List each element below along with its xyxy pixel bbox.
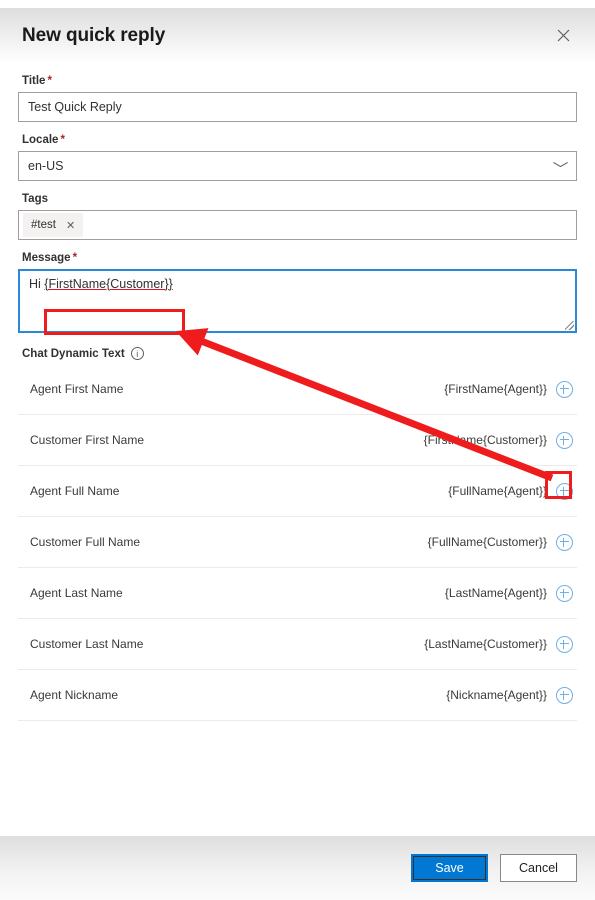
new-quick-reply-dialog: New quick reply Title * Test Quick Reply … [0, 0, 595, 900]
dynamic-text-token: {FirstName{Customer}} [423, 433, 547, 447]
tags-label: Tags [22, 193, 577, 205]
plus-circle-icon[interactable] [556, 686, 573, 704]
table-row[interactable]: Agent Last Name {LastName{Agent}} [18, 568, 577, 619]
dynamic-text-token: {FullName{Agent}} [448, 484, 547, 498]
title-label-text: Title [22, 75, 46, 87]
table-row[interactable]: Agent First Name {FirstName{Agent}} [18, 364, 577, 415]
title-required-marker: * [47, 75, 52, 87]
dynamic-text-row-right: {LastName{Customer}} [424, 635, 573, 653]
plus-circle-icon[interactable] [556, 584, 573, 602]
plus-circle-icon[interactable] [556, 533, 573, 551]
message-text-token: {FirstName{Customer}} [44, 277, 173, 291]
dynamic-text-row-right: {FirstName{Agent}} [444, 380, 573, 398]
tags-field-group: Tags #test ✕ [18, 193, 577, 240]
table-row[interactable]: Customer Last Name {LastName{Customer}} [18, 619, 577, 670]
dynamic-text-row-right: {FullName{Agent}} [448, 482, 573, 500]
dynamic-text-token: {FirstName{Agent}} [444, 382, 547, 396]
save-button-label: Save [435, 861, 464, 875]
tag-remove-icon[interactable]: ✕ [66, 219, 79, 232]
dynamic-text-token: {LastName{Agent}} [444, 586, 547, 600]
tag-chip-label: #test [31, 219, 56, 231]
title-input[interactable]: Test Quick Reply [18, 92, 577, 122]
cancel-button-label: Cancel [519, 861, 558, 875]
dialog-header: New quick reply [0, 8, 595, 63]
chevron-down-glyph [552, 162, 569, 168]
dynamic-text-token: {LastName{Customer}} [424, 637, 547, 651]
message-text-prefix: Hi [29, 277, 45, 291]
dialog-footer: Save Cancel [0, 836, 595, 900]
dynamic-text-row-right: {LastName{Agent}} [444, 584, 573, 602]
dynamic-text-name: Customer Last Name [30, 637, 144, 651]
locale-field-group: Locale * en-US [18, 134, 577, 181]
title-field-group: Title * Test Quick Reply [18, 75, 577, 122]
dynamic-text-row-right: {FirstName{Customer}} [423, 431, 573, 449]
top-white-strip [0, 0, 595, 8]
dynamic-text-name: Agent First Name [30, 382, 124, 396]
message-textarea[interactable]: Hi {FirstName{Customer}} [18, 269, 577, 333]
title-label: Title * [22, 75, 577, 87]
plus-circle-icon[interactable] [556, 482, 573, 500]
dynamic-text-name: Agent Nickname [30, 688, 119, 702]
dynamic-text-row-right: {Nickname{Agent}} [446, 686, 573, 704]
message-textarea-content: Hi {FirstName{Customer}} [29, 277, 173, 291]
dynamic-text-token: {Nickname{Agent}} [446, 688, 547, 702]
locale-select[interactable]: en-US [18, 151, 577, 181]
message-required-marker: * [72, 252, 78, 264]
chat-dynamic-text-heading: Chat Dynamic Text i [22, 347, 577, 360]
locale-label: Locale * [22, 134, 577, 146]
dynamic-text-name: Agent Full Name [30, 484, 120, 498]
dynamic-text-row-right: {FullName{Customer}} [427, 533, 573, 551]
title-input-value: Test Quick Reply [28, 100, 122, 114]
tag-chip[interactable]: #test ✕ [23, 213, 84, 237]
dynamic-text-name: Customer Full Name [30, 535, 141, 549]
plus-circle-icon[interactable] [556, 431, 573, 449]
plus-circle-icon[interactable] [556, 380, 573, 398]
dynamic-text-list: Agent First Name {FirstName{Agent}} Cust… [18, 364, 577, 721]
locale-select-value: en-US [28, 159, 64, 173]
chat-dynamic-text-label: Chat Dynamic Text [22, 347, 125, 360]
plus-circle-icon[interactable] [556, 635, 573, 653]
table-row[interactable]: Customer First Name {FirstName{Customer}… [18, 415, 577, 466]
message-label-text: Message [22, 252, 71, 264]
locale-label-text: Locale [22, 134, 59, 146]
message-field-group: Message * Hi {FirstName{Customer}} [18, 252, 577, 333]
tags-label-text: Tags [22, 193, 48, 205]
message-label: Message * [22, 252, 577, 264]
close-icon[interactable] [549, 22, 577, 50]
dynamic-text-token: {FullName{Customer}} [427, 535, 547, 549]
dialog-body: Title * Test Quick Reply Locale * en-US Ta… [0, 63, 595, 721]
tags-input[interactable]: #test ✕ [18, 210, 577, 240]
dynamic-text-name: Agent Last Name [30, 586, 123, 600]
save-button[interactable]: Save [411, 854, 488, 882]
chevron-down-icon [552, 162, 569, 171]
info-icon[interactable]: i [130, 347, 144, 360]
table-row[interactable]: Agent Full Name {FullName{Agent}} [18, 466, 577, 517]
table-row[interactable]: Customer Full Name {FullName{Customer}} [18, 517, 577, 568]
table-row[interactable]: Agent Nickname {Nickname{Agent}} [18, 670, 577, 721]
locale-required-marker: * [60, 134, 65, 146]
cancel-button[interactable]: Cancel [500, 854, 577, 882]
textarea-resize-handle[interactable] [565, 321, 574, 330]
dynamic-text-name: Customer First Name [30, 433, 145, 447]
close-glyph [557, 29, 569, 42]
dialog-title: New quick reply [22, 24, 166, 46]
